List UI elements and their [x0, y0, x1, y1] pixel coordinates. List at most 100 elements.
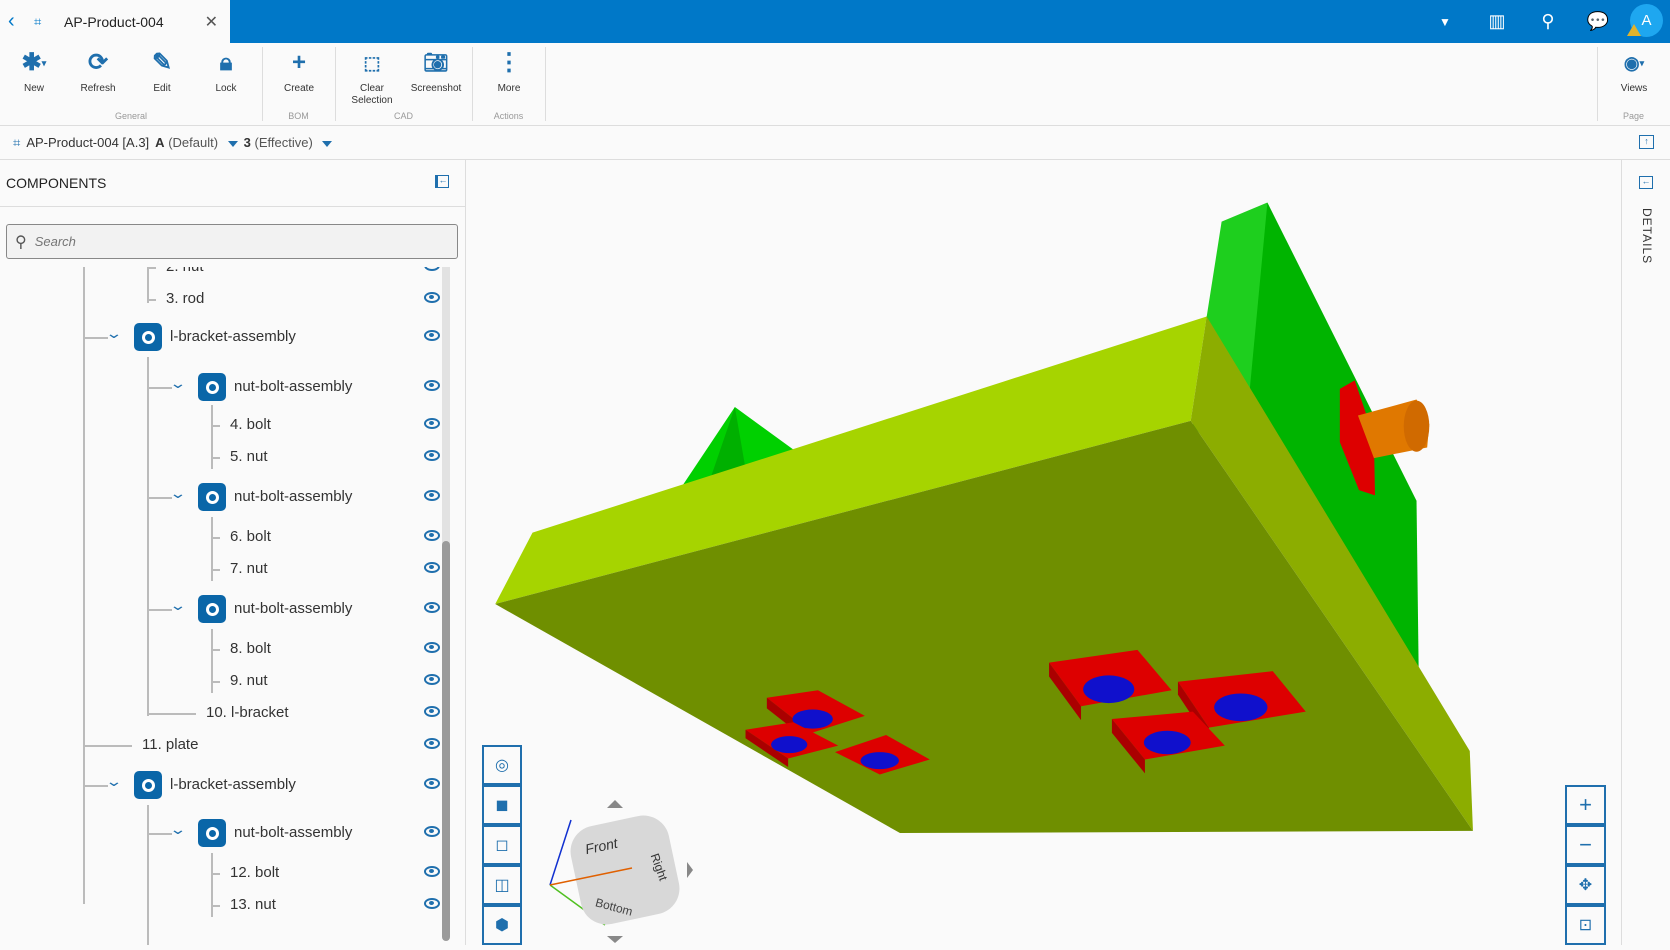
- visibility-eye-icon[interactable]: [424, 380, 440, 391]
- scrollbar-thumb[interactable]: [442, 541, 450, 941]
- tree-node-label: 13. nut: [230, 896, 276, 913]
- document-tab[interactable]: ‹ ⌗ AP-Product-004 ✕: [0, 0, 230, 43]
- tree-node-label: 10. l-bracket: [206, 704, 289, 721]
- tree-node-assembly[interactable]: ⌄ nut-bolt-assembly: [0, 483, 446, 513]
- tree-node-assembly[interactable]: ⌄ nut-bolt-assembly: [0, 373, 446, 403]
- tree-connector: [212, 569, 220, 571]
- tree-node-part[interactable]: 4. bolt: [0, 411, 446, 441]
- tree-node-part[interactable]: 12. bolt: [0, 859, 446, 889]
- tree-node-label: 3. rod: [166, 290, 205, 307]
- tree-node-assembly[interactable]: ⌄ l-bracket-assembly: [0, 771, 446, 801]
- tree-connector: [148, 267, 156, 269]
- tree-node-assembly[interactable]: ⌄ nut-bolt-assembly: [0, 595, 446, 625]
- visibility-eye-icon[interactable]: [424, 866, 440, 877]
- refresh-button[interactable]: ⟳ Refresh: [66, 48, 130, 95]
- clear-selection-button[interactable]: ⬚ Clear Selection: [340, 48, 404, 107]
- components-panel: COMPONENTS ← ⚲ 2. nut 3. rod ⌄ l-bracket-as…: [0, 160, 466, 945]
- visibility-eye-icon[interactable]: [424, 778, 440, 789]
- chevron-down-icon[interactable]: ⌄: [169, 597, 187, 614]
- tree-node-part[interactable]: 9. nut: [0, 667, 446, 697]
- visibility-eye-icon[interactable]: [424, 602, 440, 613]
- asterisk-icon: ✱ ▾: [21, 49, 47, 76]
- chevron-down-icon[interactable]: ⌄: [105, 773, 123, 790]
- fit-all-icon[interactable]: ⊡: [1565, 905, 1606, 945]
- zoom-in-button[interactable]: +: [1565, 785, 1606, 825]
- chevron-down-icon[interactable]: ⌄: [169, 821, 187, 838]
- lock-button[interactable]: 🔒︎ Lock: [194, 48, 258, 95]
- edit-button[interactable]: ✎ Edit: [130, 48, 194, 95]
- visibility-eye-icon[interactable]: [424, 490, 440, 501]
- new-button[interactable]: ✱ ▾ New: [2, 48, 66, 95]
- group-label-page: Page: [1622, 111, 1645, 121]
- tree-node-label: l-bracket-assembly: [170, 776, 296, 793]
- visibility-eye-icon[interactable]: [424, 898, 440, 909]
- tree-node-part[interactable]: 13. nut: [0, 891, 446, 921]
- views-button[interactable]: ◉ ▾ Views: [1602, 48, 1666, 95]
- view-selector[interactable]: A (Default): [155, 135, 238, 150]
- collapse-panel-icon[interactable]: ←: [435, 175, 449, 188]
- expand-panel-icon[interactable]: ←: [1639, 176, 1653, 189]
- tree-node-assembly[interactable]: ⌄ l-bracket-assembly: [0, 323, 446, 353]
- breadcrumb-product[interactable]: AP-Product-004 [A.3]: [26, 135, 149, 150]
- chevron-down-icon[interactable]: ⌄: [169, 375, 187, 392]
- view-side-cube-icon[interactable]: ◫: [482, 865, 522, 905]
- view-solid-cube-icon[interactable]: ◼: [482, 785, 522, 825]
- tree-node-part[interactable]: 3. rod: [0, 285, 446, 315]
- pan-icon[interactable]: ✥: [1565, 865, 1606, 905]
- tree-node-label: 7. nut: [230, 560, 268, 577]
- barcode-scan-icon[interactable]: ▥: [1472, 0, 1522, 43]
- search-input[interactable]: [34, 234, 435, 249]
- visibility-eye-icon[interactable]: [424, 450, 440, 461]
- tree-connector: [84, 745, 132, 747]
- visibility-eye-icon[interactable]: [424, 826, 440, 837]
- more-button[interactable]: ⋮ More: [477, 48, 541, 95]
- panel-title: COMPONENTS: [0, 160, 465, 207]
- visibility-eye-icon[interactable]: [424, 267, 440, 271]
- tree-node-part[interactable]: 6. bolt: [0, 523, 446, 553]
- close-icon[interactable]: ✕: [205, 12, 218, 32]
- create-button[interactable]: + Create: [267, 48, 331, 95]
- tree-node-assembly[interactable]: ⌄ nut-bolt-assembly: [0, 819, 446, 849]
- tree-node-part[interactable]: 7. nut: [0, 555, 446, 585]
- visibility-eye-icon[interactable]: [424, 330, 440, 341]
- plus-icon: +: [291, 49, 306, 76]
- view-cube[interactable]: Front Right Bottom: [545, 800, 695, 945]
- search-field[interactable]: ⚲: [6, 224, 458, 259]
- effectivity-selector[interactable]: 3 (Effective): [244, 135, 333, 150]
- tree-node-part[interactable]: 8. bolt: [0, 635, 446, 665]
- view-cube-graphic: [549, 800, 693, 943]
- details-panel[interactable]: ← DETAILS: [1621, 160, 1670, 945]
- back-icon[interactable]: ‹: [8, 10, 26, 33]
- visibility-eye-icon[interactable]: [424, 738, 440, 749]
- tree-node-label: 12. bolt: [230, 864, 280, 881]
- tree-node-part[interactable]: 11. plate: [0, 731, 446, 761]
- component-tree: 2. nut 3. rod ⌄ l-bracket-assembly ⌄ nut-bolt…: [0, 267, 446, 945]
- tree-node-part[interactable]: 2. nut: [0, 267, 446, 283]
- visibility-eye-icon[interactable]: [424, 674, 440, 685]
- chevron-down-icon[interactable]: ⌄: [169, 485, 187, 502]
- orbit-icon[interactable]: ◎: [482, 745, 522, 785]
- tree-connector: [212, 905, 220, 907]
- dropdown-icon[interactable]: ▼: [1420, 0, 1470, 43]
- visibility-eye-icon[interactable]: [424, 642, 440, 653]
- visibility-eye-icon[interactable]: [424, 562, 440, 573]
- screenshot-button[interactable]: 📷︎ Screenshot: [404, 48, 468, 95]
- tree-node-part[interactable]: 10. l-bracket: [0, 699, 446, 729]
- search-icon[interactable]: ⚲: [1523, 0, 1573, 43]
- view-top-cube-icon[interactable]: ◻: [482, 825, 522, 865]
- isometric-cube-icon[interactable]: ⬢: [482, 905, 522, 945]
- chat-icon[interactable]: 💬: [1573, 0, 1623, 43]
- expand-up-icon[interactable]: ↑: [1639, 135, 1654, 149]
- visibility-eye-icon[interactable]: [424, 530, 440, 541]
- zoom-out-button[interactable]: −: [1565, 825, 1606, 865]
- tree-connector: [212, 457, 220, 459]
- tree-node-part[interactable]: 5. nut: [0, 443, 446, 473]
- visibility-eye-icon[interactable]: [424, 418, 440, 429]
- divider: [545, 47, 546, 121]
- tree-connector: [148, 299, 156, 301]
- visibility-eye-icon[interactable]: [424, 292, 440, 303]
- tree-connector: [212, 425, 220, 427]
- assembly-icon: [198, 373, 226, 401]
- chevron-down-icon[interactable]: ⌄: [105, 325, 123, 342]
- visibility-eye-icon[interactable]: [424, 706, 440, 717]
